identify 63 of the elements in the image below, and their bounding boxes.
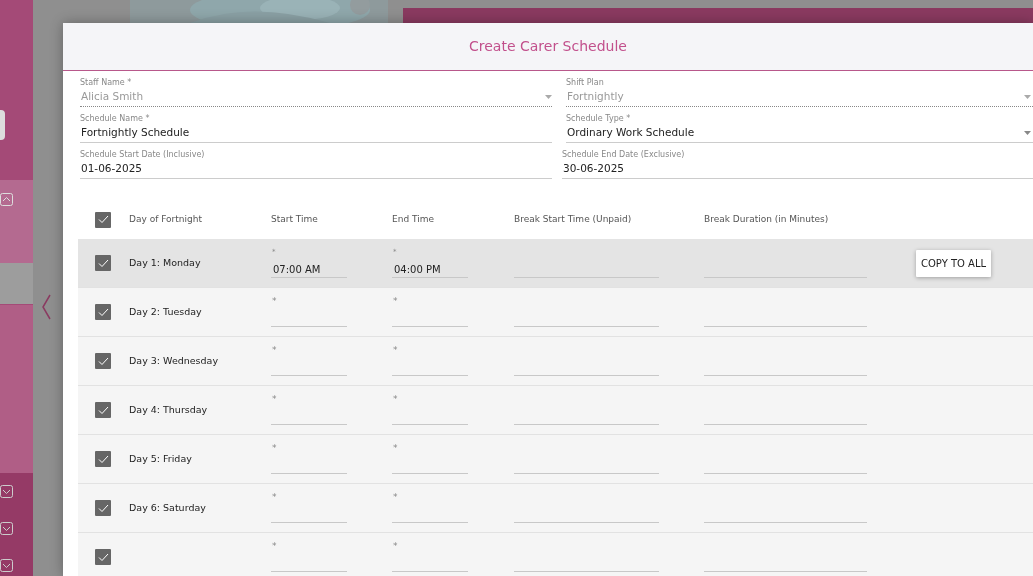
day-label: Day 5: Friday	[129, 452, 192, 464]
checkbox[interactable]	[95, 211, 111, 228]
check-icon	[97, 454, 109, 464]
input-field[interactable]: Fortnightly Schedule	[80, 124, 552, 143]
field-label: Schedule End Date (Exclusive)	[562, 150, 686, 160]
sidebar-button[interactable]	[0, 110, 5, 140]
chevron-down-icon[interactable]	[0, 522, 13, 535]
checkbox[interactable]	[95, 500, 111, 516]
field-label: Shift Plan	[566, 78, 605, 88]
field-label: Schedule Start Date (Inclusive)	[80, 150, 206, 160]
field-label: Schedule Type *	[566, 114, 632, 124]
dialog-title: Create Carer Schedule	[469, 37, 627, 56]
column-header: Day of Fortnight	[129, 214, 202, 225]
required-mark: *	[272, 542, 277, 550]
check-icon	[97, 552, 109, 562]
sidebar-item[interactable]	[0, 263, 33, 304]
select-field[interactable]: Ordinary Work Schedule	[566, 124, 1033, 143]
required-mark: *	[393, 493, 398, 501]
required-mark: *	[272, 297, 277, 305]
check-icon	[97, 215, 109, 224]
checkbox[interactable]	[95, 304, 111, 320]
required-mark: *	[393, 395, 398, 403]
date-field[interactable]: 30-06-2025	[562, 160, 1033, 179]
checkbox[interactable]	[95, 549, 111, 565]
checkbox[interactable]	[95, 353, 111, 369]
check-icon	[97, 307, 109, 317]
checkbox[interactable]	[95, 402, 111, 418]
day-label: Day 6: Saturday	[129, 501, 206, 513]
check-icon	[97, 356, 109, 366]
day-label: Day 2: Tuesday	[129, 305, 202, 317]
column-header: End Time	[392, 214, 434, 225]
required-mark: *	[393, 542, 398, 550]
column-header: Start Time	[271, 214, 318, 225]
caret-icon	[1024, 94, 1031, 99]
time-field[interactable]: 07:00 AM	[271, 257, 347, 278]
day-label: Day 3: Wednesday	[129, 354, 219, 366]
field-label: Staff Name *	[80, 78, 133, 88]
caret-icon	[545, 94, 552, 99]
column-header: Break Start Time (Unpaid)	[514, 214, 632, 225]
required-mark: *	[393, 444, 398, 452]
field-label: Schedule Name *	[80, 114, 151, 124]
date-field[interactable]: 01-06-2025	[80, 160, 552, 179]
check-icon	[97, 503, 109, 513]
chevron-down-icon[interactable]	[0, 485, 13, 498]
required-mark: *	[272, 444, 277, 452]
day-label: Day 1: Monday	[129, 256, 201, 268]
required-mark: *	[393, 297, 398, 305]
required-mark: *	[272, 395, 277, 403]
checkbox[interactable]	[95, 255, 111, 271]
day-label: Day 4: Thursday	[129, 403, 208, 415]
chevron-left-icon[interactable]	[41, 294, 52, 320]
required-mark: *	[272, 493, 277, 501]
column-header: Break Duration (in Minutes)	[704, 214, 829, 225]
required-mark: *	[272, 346, 277, 354]
chevron-down-icon[interactable]	[0, 559, 13, 572]
time-field[interactable]: 04:00 PM	[392, 257, 468, 278]
required-mark: *	[393, 346, 398, 354]
caret-icon	[1024, 130, 1031, 135]
checkbox[interactable]	[95, 451, 111, 467]
check-icon	[97, 405, 109, 415]
chevron-up-icon[interactable]	[0, 193, 13, 206]
copy-button[interactable]: COPY TO ALL	[916, 249, 992, 277]
check-icon	[97, 258, 109, 268]
